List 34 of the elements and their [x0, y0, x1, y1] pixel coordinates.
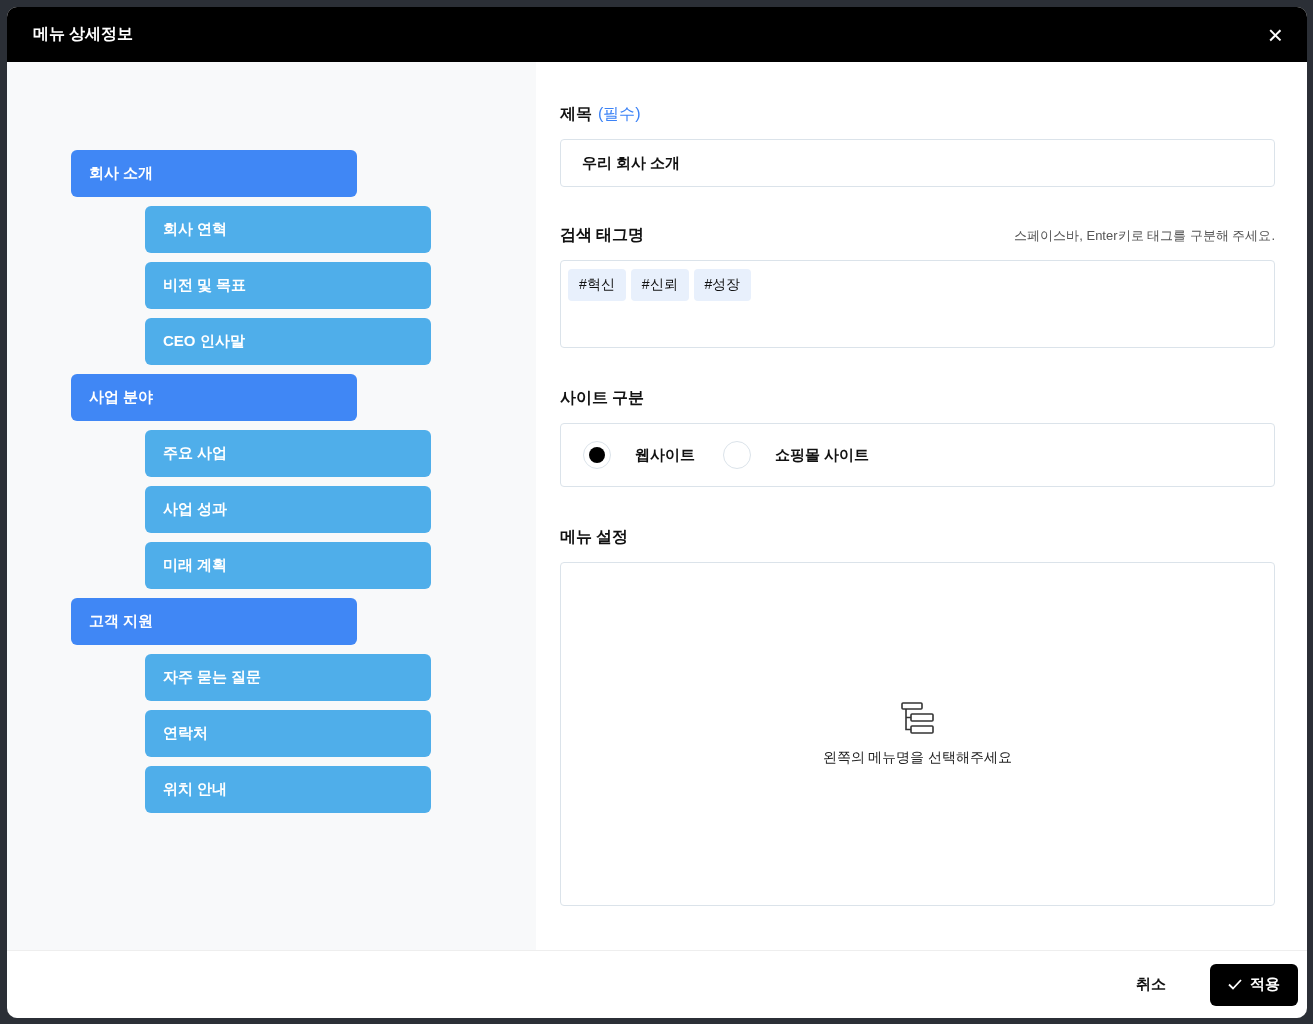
cancel-button[interactable]: 취소 [1116, 965, 1186, 1004]
tag-hint-text: 스페이스바, Enter키로 태그를 구분해 주세요. [1014, 227, 1275, 245]
menu-tree-item[interactable]: 고객 지원 [71, 598, 357, 645]
field-label: 검색 태그명 [560, 225, 645, 245]
tag-chip[interactable]: #신뢰 [630, 269, 689, 301]
title-input-field[interactable]: 우리 회사 소개 [560, 139, 1275, 187]
tree-structure-icon [900, 701, 935, 735]
menu-tree-item[interactable]: 사업 분야 [71, 374, 357, 421]
field-label: 제목 [560, 104, 592, 124]
radio-button[interactable] [723, 441, 751, 469]
required-note: (필수) [598, 104, 641, 124]
menu-tree-subitem[interactable]: 사업 성과 [145, 486, 431, 533]
dialog-title: 메뉴 상세정보 [33, 24, 134, 44]
apply-button[interactable]: 적용 [1210, 963, 1298, 1006]
radio-button[interactable] [583, 441, 611, 469]
menu-tree-subitem[interactable]: CEO 인사말 [145, 318, 431, 365]
tag-chip[interactable]: #혁신 [568, 269, 626, 301]
field-label: 메뉴 설정 [560, 527, 629, 547]
menu-tree-subitem[interactable]: 비전 및 목표 [145, 262, 431, 309]
menu-tree-subitem[interactable]: 주요 사업 [145, 430, 431, 477]
menu-tree-subitem[interactable]: 미래 계획 [145, 542, 431, 589]
menu-tree-subitem[interactable]: 연락처 [145, 710, 431, 757]
menu-tree-subitem[interactable]: 위치 안내 [145, 766, 431, 813]
radio-label[interactable]: 웹사이트 [635, 445, 695, 465]
field-label: 사이트 구분 [560, 388, 645, 408]
empty-state-message: 왼쪽의 메뉴명을 선택해주세요 [822, 749, 1013, 767]
tag-input-field[interactable]: #혁신 #신뢰 #성장 [560, 260, 1275, 348]
menu-tree-item[interactable]: 회사 소개 [71, 150, 357, 197]
close-button[interactable]: × [1263, 21, 1287, 48]
tag-chip[interactable]: #성장 [693, 269, 752, 301]
check-icon [1228, 979, 1242, 990]
menu-tree-subitem[interactable]: 자주 묻는 질문 [145, 654, 431, 701]
menu-tree-subitem[interactable]: 회사 연혁 [145, 206, 431, 253]
radio-label[interactable]: 쇼핑몰 사이트 [775, 445, 870, 465]
